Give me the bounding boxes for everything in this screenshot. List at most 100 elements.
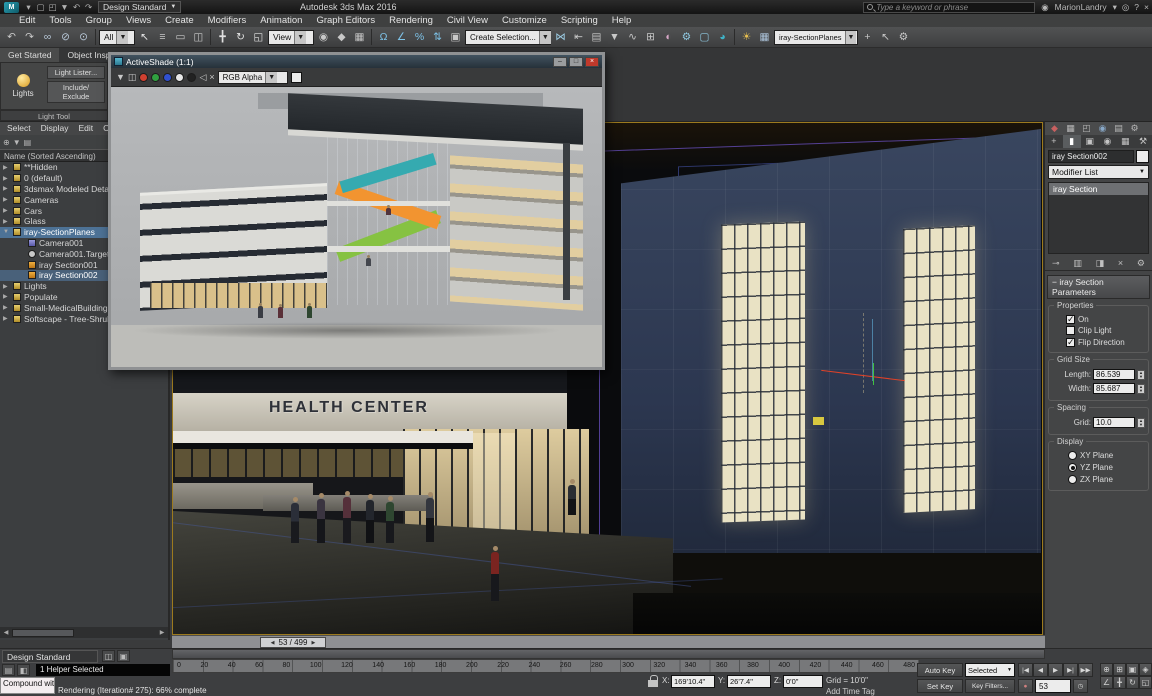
add-plane-icon[interactable]: + — [859, 29, 876, 46]
show-end-result-icon[interactable]: ▥ — [1073, 258, 1082, 269]
filter-icon[interactable]: ▼ — [13, 138, 21, 147]
redo-icon[interactable]: ↷ — [21, 29, 38, 46]
panel-list-icon[interactable]: ▤ — [1111, 123, 1126, 134]
script-editor-icon[interactable]: ◧ — [17, 664, 30, 676]
pin-stack-icon[interactable]: ⊸ — [1052, 258, 1060, 269]
scrollbar-thumb[interactable] — [12, 629, 74, 637]
y-coord-field[interactable]: 26'7.4" — [727, 675, 771, 688]
expand-arrow-icon[interactable]: ▶ — [3, 283, 10, 290]
key-mode-toggle[interactable]: ● — [1018, 679, 1033, 693]
reference-coordinate-dropdown[interactable]: View▼ — [268, 30, 314, 45]
orbit-icon[interactable]: ↻ — [1126, 676, 1139, 689]
render-setup-icon[interactable]: ⚙ — [678, 29, 695, 46]
mirror-icon[interactable]: ⋈ — [552, 29, 569, 46]
rect-region-icon[interactable]: ▭ — [172, 29, 189, 46]
scale-icon[interactable]: ◱ — [250, 29, 267, 46]
iray-sectionplanes-dropdown[interactable]: iray-SectionPlanes▼ — [774, 30, 858, 45]
expand-arrow-icon[interactable]: ▼ — [3, 229, 10, 235]
pan-icon[interactable]: ╋ — [1113, 676, 1126, 689]
menu-item[interactable]: Edit — [12, 14, 42, 27]
undo-icon[interactable]: ↶ — [71, 2, 82, 13]
display-tab-icon[interactable]: ▦ — [1116, 135, 1134, 148]
3dsmax-logo-icon[interactable]: M — [4, 2, 19, 13]
menu-item[interactable]: Graph Editors — [309, 14, 382, 27]
radio-row[interactable]: YZ Plane — [1068, 463, 1145, 472]
configure-modifier-icon[interactable]: ⚙ — [1137, 258, 1145, 269]
undo-icon[interactable]: ↶ — [3, 29, 20, 46]
ribbon-tab[interactable]: Get Started — [0, 48, 59, 62]
find-icon[interactable]: ⊕ — [3, 138, 10, 147]
named-selection-sets-dropdown[interactable]: Create Selection...▼ — [465, 30, 551, 45]
create-tab-icon[interactable]: + — [1045, 135, 1063, 148]
expand-arrow-icon[interactable]: ▶ — [3, 207, 10, 214]
expand-arrow-icon[interactable]: ▶ — [3, 293, 10, 300]
zoom-extents-all-icon[interactable]: ◈ — [1139, 663, 1152, 676]
background-color-swatch[interactable] — [291, 72, 302, 83]
scene-explorer-menu-item[interactable]: Display — [36, 122, 74, 135]
workspace-selector[interactable]: Design Standard ▼ — [98, 1, 181, 13]
move-icon[interactable]: ╋ — [214, 29, 231, 46]
modifier-list-dropdown[interactable]: Modifier List▼ — [1048, 165, 1149, 179]
isolate-selection-icon[interactable]: ◫ — [102, 650, 115, 662]
hierarchy-tab-icon[interactable]: ▣ — [1081, 135, 1099, 148]
clone-icon[interactable]: ◫ — [128, 72, 137, 83]
material-editor-icon[interactable]: ◐ — [660, 29, 677, 46]
radio-button[interactable] — [1068, 475, 1077, 484]
set-key-button[interactable]: Set Key — [917, 679, 963, 693]
checkbox[interactable] — [1066, 315, 1075, 324]
save-bitmap-icon[interactable]: ▼ — [116, 72, 125, 82]
schematic-view-icon[interactable]: ⊞ — [642, 29, 659, 46]
frame-forward-icon[interactable]: ▶ — [311, 640, 315, 646]
snap-toggle-icon[interactable]: Ω — [375, 29, 392, 46]
current-frame-field[interactable]: 53 — [1035, 679, 1071, 693]
close-button[interactable]: × — [585, 57, 599, 67]
make-unique-icon[interactable]: ◨ — [1096, 258, 1105, 269]
prev-channel-icon[interactable]: ◁ — [199, 72, 206, 83]
use-pivot-icon[interactable]: ◉ — [315, 29, 332, 46]
x-coord-field[interactable]: 169'10.4" — [671, 675, 715, 688]
save-file-icon[interactable]: ▼ — [59, 2, 70, 13]
modifier-stack[interactable]: iray Section — [1048, 182, 1149, 254]
scroll-right-icon[interactable]: ▶ — [156, 629, 168, 636]
horizontal-scrollbar[interactable]: ◀ ▶ — [0, 627, 168, 638]
search-input[interactable]: Type a keyword or phrase — [863, 2, 1035, 13]
lights-button[interactable]: Lights — [1, 63, 45, 109]
maximize-viewport-icon[interactable]: ◱ — [1139, 676, 1152, 689]
menu-item[interactable]: Create — [158, 14, 201, 27]
panel-grid-icon[interactable]: ▦ — [1063, 123, 1078, 134]
stack-item[interactable]: iray Section — [1049, 183, 1148, 195]
window-crossing-icon[interactable]: ◫ — [190, 29, 207, 46]
radio-row[interactable]: ZX Plane — [1068, 475, 1145, 484]
light-lister-button[interactable]: Light Lister... — [47, 66, 105, 79]
angle-snap-icon[interactable]: ∠ — [393, 29, 410, 46]
display-filter-icon[interactable]: ▣ — [117, 650, 130, 662]
mono-channel-icon[interactable] — [187, 73, 196, 82]
help-icon[interactable]: ? — [1134, 2, 1139, 13]
scene-explorer-menu-item[interactable]: Edit — [74, 122, 99, 135]
panel-gear-icon[interactable]: ⚙ — [1127, 123, 1142, 134]
layer-manager-icon[interactable]: ▤ — [588, 29, 605, 46]
frame-back-icon[interactable]: ◀ — [271, 640, 275, 646]
spinner-field[interactable]: 10.0 — [1093, 417, 1135, 428]
remove-modifier-icon[interactable]: × — [1118, 258, 1123, 269]
expand-arrow-icon[interactable]: ▶ — [3, 315, 10, 322]
green-channel-icon[interactable] — [151, 73, 160, 82]
notification-icon[interactable]: ◎ — [1122, 2, 1129, 13]
ribbon-toggle-icon[interactable]: ▼ — [606, 29, 623, 46]
activeshade-titlebar[interactable]: ActiveShade (1:1) –□× — [111, 55, 602, 68]
expand-arrow-icon[interactable]: ▶ — [3, 185, 10, 192]
key-filters-button[interactable]: Key Filters... — [965, 679, 1015, 693]
percent-snap-icon[interactable]: % — [411, 29, 428, 46]
user-name[interactable]: MarionLandry — [1055, 2, 1107, 12]
maxscript-mini-listener[interactable]: Compound wit — [0, 677, 55, 694]
time-config-button[interactable]: ◷ — [1073, 679, 1088, 693]
utilities-tab-icon[interactable]: ⚒ — [1134, 135, 1152, 148]
next-frame-button[interactable]: ▶| — [1063, 663, 1078, 677]
app-menu-icon[interactable]: ▾ — [23, 2, 34, 13]
section-create-icon[interactable]: ▦ — [756, 29, 773, 46]
checkbox-row[interactable]: Flip Direction — [1066, 338, 1145, 347]
menu-item[interactable]: Rendering — [382, 14, 440, 27]
maxscript-listener-icon[interactable]: ▤ — [2, 664, 15, 676]
close-icon[interactable]: × — [1144, 2, 1149, 13]
selection-filter-dropdown[interactable]: All▼ — [99, 30, 135, 45]
